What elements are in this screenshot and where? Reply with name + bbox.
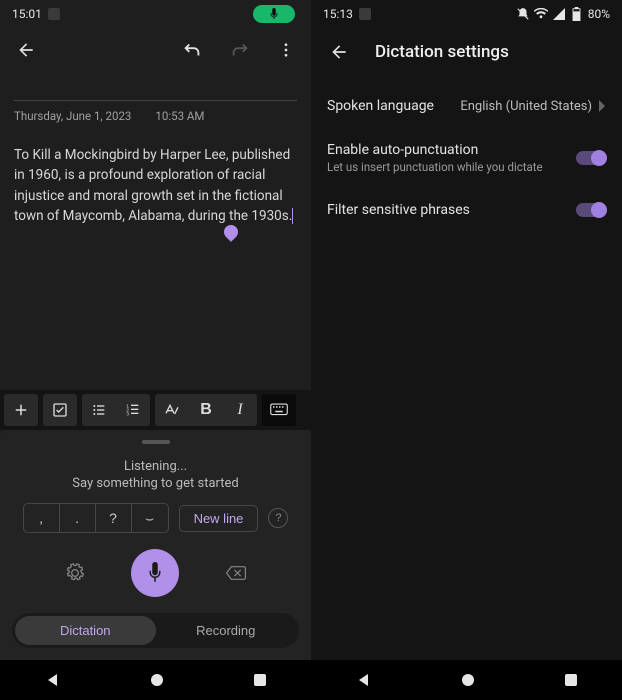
redo-button[interactable] <box>225 35 255 65</box>
listening-status: Listening... Say something to get starte… <box>72 458 238 493</box>
toggle-on[interactable] <box>576 151 606 165</box>
app-bar <box>0 28 311 72</box>
nav-recents[interactable] <box>247 667 273 693</box>
space-button[interactable]: ⌣ <box>132 504 168 532</box>
dictation-settings-button[interactable] <box>61 559 89 587</box>
onenote-screen: 15:01 Thursday, June 1, 2023 <box>0 0 311 700</box>
notification-indicator <box>359 8 371 20</box>
battery-icon <box>570 7 584 21</box>
note-divider <box>14 100 297 101</box>
punctuation-group: , . ? ⌣ <box>23 503 169 533</box>
status-bar-right: 15:13 80% <box>311 0 622 28</box>
mute-icon <box>516 7 530 21</box>
format-toolbar: 123 B I <box>0 390 311 430</box>
more-button[interactable] <box>273 37 299 63</box>
mode-dictation[interactable]: Dictation <box>15 616 156 645</box>
system-nav-right <box>311 660 622 700</box>
note-time: 10:53 AM <box>155 109 204 123</box>
text-caret <box>292 208 293 224</box>
listening-hint: Say something to get started <box>72 475 238 493</box>
nav-back[interactable] <box>39 666 67 694</box>
help-button[interactable]: ? <box>268 508 288 528</box>
note-body[interactable]: To Kill a Mockingbird by Harper Lee, pub… <box>14 145 297 226</box>
chevron-right-icon <box>598 100 606 112</box>
nav-home[interactable] <box>144 667 170 693</box>
note-date: Thursday, June 1, 2023 <box>14 109 131 123</box>
setting-value: English (United States) <box>460 99 592 114</box>
italic-button[interactable]: I <box>223 394 257 426</box>
note-editor[interactable]: Thursday, June 1, 2023 10:53 AM To Kill … <box>0 72 311 390</box>
undo-button[interactable] <box>177 35 207 65</box>
setting-spoken-language[interactable]: Spoken language English (United States) <box>327 84 606 128</box>
list-group: 123 <box>82 394 150 426</box>
numbered-list-button[interactable]: 123 <box>116 394 150 426</box>
setting-auto-punctuation[interactable]: Enable auto-punctuation Let us insert pu… <box>327 128 606 188</box>
back-button[interactable] <box>325 38 353 66</box>
punctuation-row: , . ? ⌣ New line ? <box>12 503 299 533</box>
mic-button[interactable] <box>131 549 179 597</box>
wifi-icon <box>534 7 548 21</box>
status-bar-left: 15:01 <box>0 0 311 28</box>
settings-title: Dictation settings <box>375 42 509 62</box>
note-text: To Kill a Mockingbird by Harper Lee, pub… <box>14 147 292 224</box>
back-button[interactable] <box>12 36 40 64</box>
notification-indicator <box>48 8 60 20</box>
note-meta: Thursday, June 1, 2023 10:53 AM <box>14 109 297 123</box>
settings-screen: 15:13 80% Dictation settings Spoken lang… <box>311 0 622 700</box>
dictation-panel: Listening... Say something to get starte… <box>0 430 311 660</box>
period-button[interactable]: . <box>60 504 96 532</box>
setting-label: Spoken language <box>327 98 460 114</box>
bold-button[interactable]: B <box>189 394 223 426</box>
system-nav-left <box>0 660 311 700</box>
listening-title: Listening... <box>72 458 238 476</box>
signal-icon <box>552 7 566 21</box>
setting-desc: Let us insert punctuation while you dict… <box>327 160 576 174</box>
toggle-on[interactable] <box>576 203 606 217</box>
comma-button[interactable]: , <box>24 504 60 532</box>
nav-back[interactable] <box>350 666 378 694</box>
format-group: B I <box>155 394 257 426</box>
settings-list: Spoken language English (United States) … <box>311 76 622 240</box>
battery-pct: 80% <box>588 7 610 21</box>
backspace-button[interactable] <box>221 560 251 586</box>
checklist-button[interactable] <box>43 394 77 426</box>
setting-label: Enable auto-punctuation <box>327 142 576 158</box>
add-button[interactable] <box>4 394 38 426</box>
mic-row <box>61 549 251 597</box>
nav-home[interactable] <box>455 667 481 693</box>
newline-button[interactable]: New line <box>179 505 259 532</box>
drag-handle[interactable] <box>142 440 170 444</box>
setting-filter-phrases[interactable]: Filter sensitive phrases <box>327 188 606 232</box>
question-button[interactable]: ? <box>96 504 132 532</box>
settings-appbar: Dictation settings <box>311 28 622 76</box>
clock: 15:01 <box>12 7 42 21</box>
style-button[interactable] <box>155 394 189 426</box>
setting-label: Filter sensitive phrases <box>327 202 576 218</box>
svg-text:3: 3 <box>126 412 129 417</box>
cursor-handle[interactable] <box>221 222 241 242</box>
clock: 15:13 <box>323 7 353 21</box>
keyboard-button[interactable] <box>262 394 296 426</box>
mic-active-pill[interactable] <box>253 5 295 23</box>
bullet-list-button[interactable] <box>82 394 116 426</box>
nav-recents[interactable] <box>558 667 584 693</box>
mode-switch: Dictation Recording <box>12 613 299 648</box>
mode-recording[interactable]: Recording <box>156 616 297 645</box>
